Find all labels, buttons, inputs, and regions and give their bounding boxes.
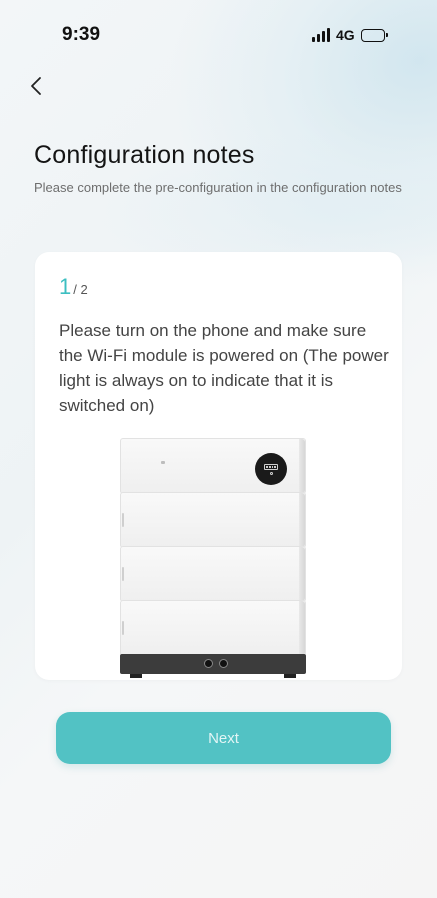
step-counter: 1 / 2 xyxy=(59,274,88,300)
back-button[interactable] xyxy=(22,72,50,100)
next-button[interactable]: Next xyxy=(56,712,391,764)
device-top-module xyxy=(120,438,306,494)
page-title: Configuration notes xyxy=(34,141,255,169)
page-subtitle: Please complete the pre-configuration in… xyxy=(34,180,402,195)
cellular-signal-icon xyxy=(312,28,330,42)
status-time: 9:39 xyxy=(62,24,101,45)
device-battery-module xyxy=(120,546,306,602)
battery-storage-device-image xyxy=(120,438,306,680)
step-total: / 2 xyxy=(73,282,88,297)
step-current: 1 xyxy=(59,274,72,299)
app-screen: 9:39 4G Configuration notes Please compl… xyxy=(0,0,437,898)
device-display-icon xyxy=(255,453,287,485)
device-base xyxy=(120,654,306,678)
step-instruction: Please turn on the phone and make sure t… xyxy=(59,321,389,415)
status-indicators: 4G xyxy=(312,26,388,44)
status-bar: 9:39 4G xyxy=(0,0,437,70)
instruction-card: 1 / 2 Please turn on the phone and make … xyxy=(35,252,402,680)
device-battery-module xyxy=(120,492,306,548)
chevron-left-icon xyxy=(31,77,41,95)
network-type-label: 4G xyxy=(336,27,355,43)
device-battery-module xyxy=(120,600,306,656)
battery-icon xyxy=(360,28,388,42)
